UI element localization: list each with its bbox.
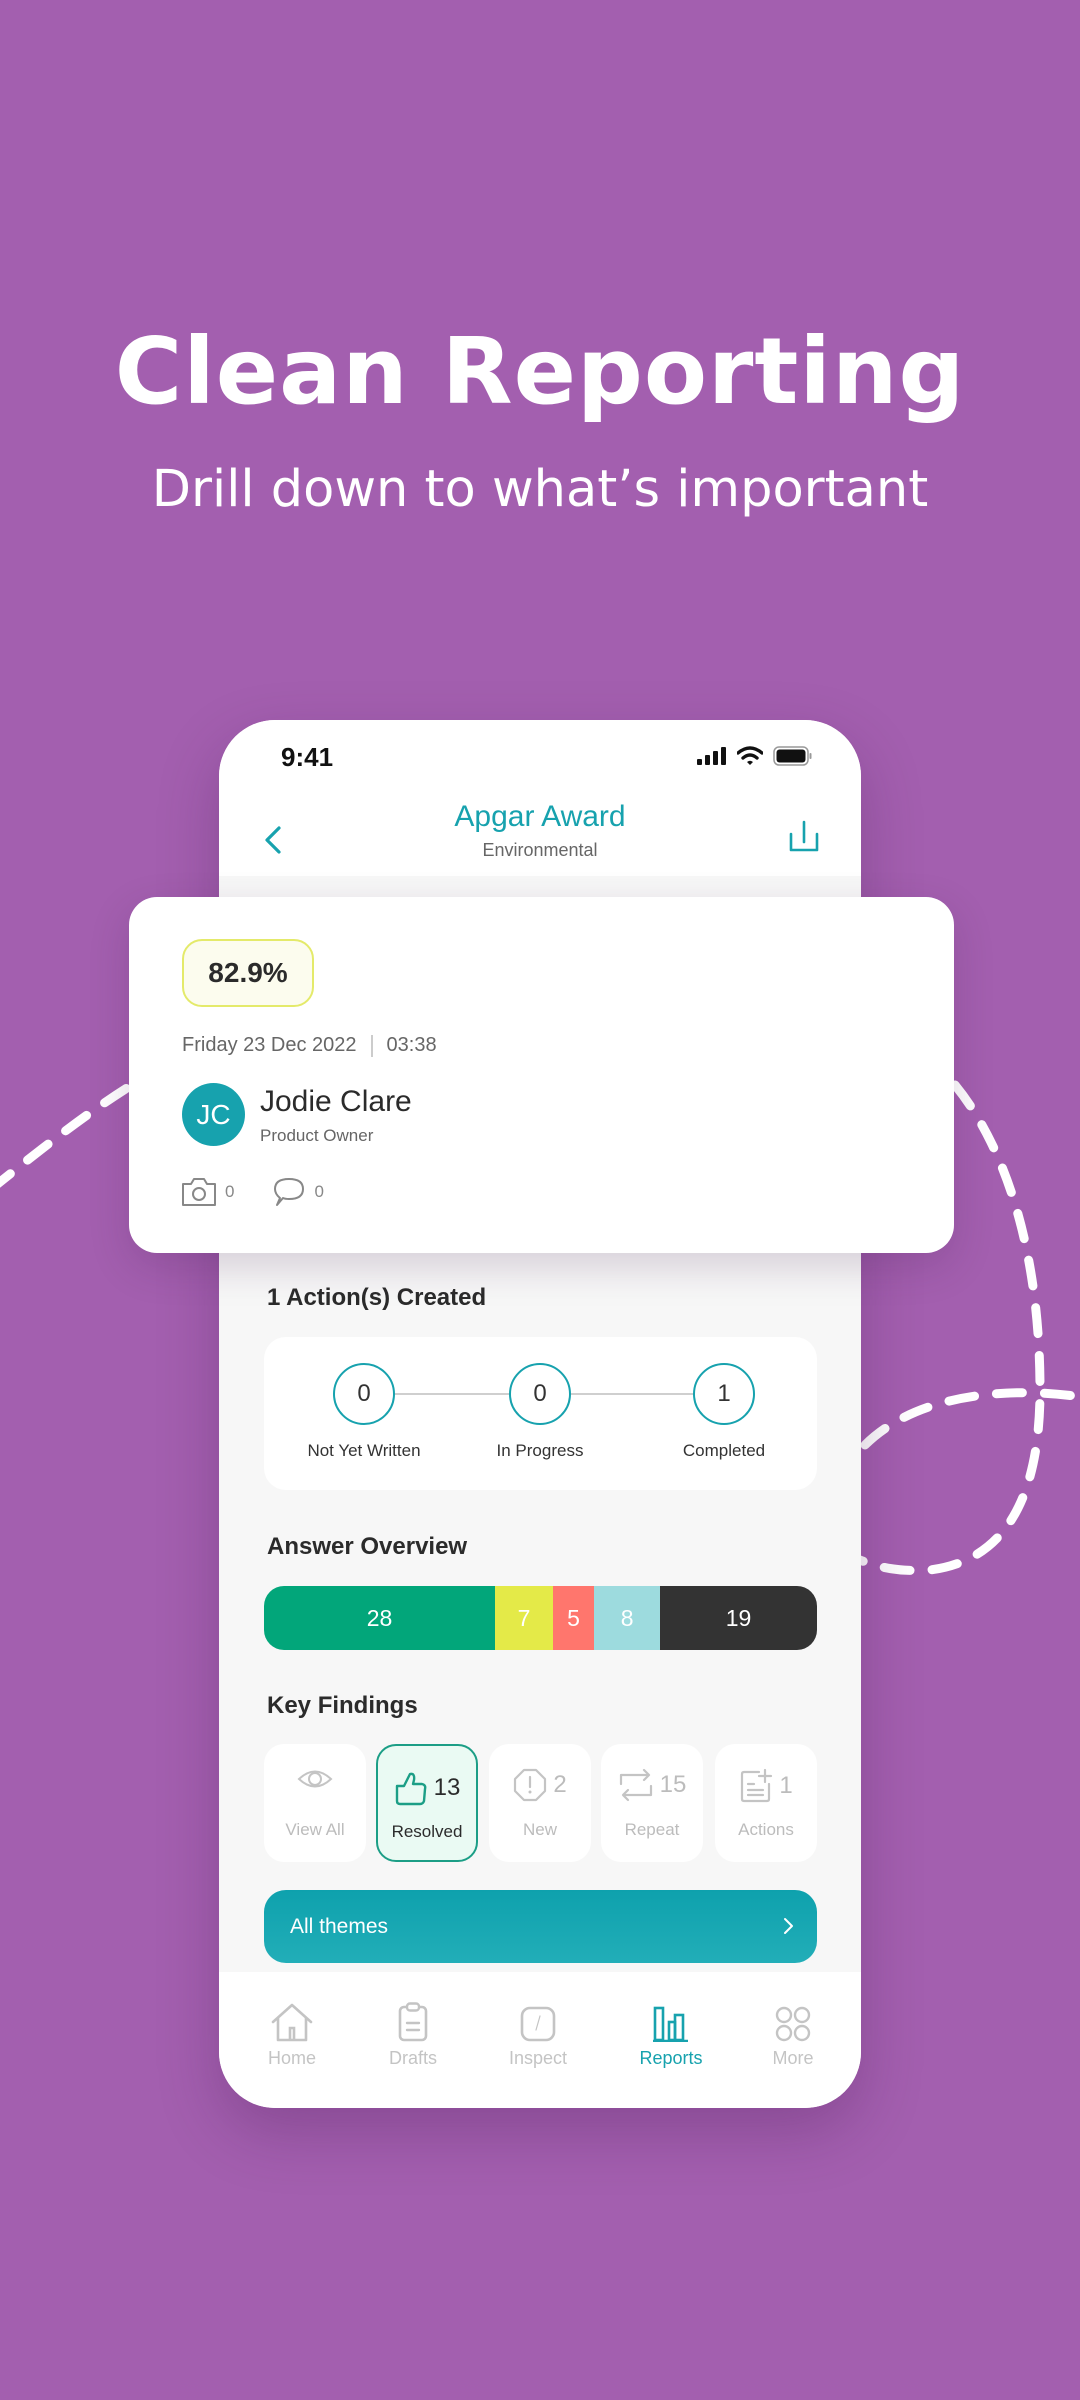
- tab-reports[interactable]: Reports: [616, 1998, 726, 2069]
- finding-label: View All: [285, 1820, 345, 1839]
- wifi-icon: [737, 746, 763, 765]
- repeat-icon: [619, 1768, 652, 1802]
- step-label: Completed: [682, 1441, 766, 1460]
- photos-count: 0: [225, 1182, 235, 1201]
- finding-new[interactable]: 2 New: [489, 1744, 591, 1862]
- alert-octagon-icon: [514, 1768, 547, 1802]
- divider: [370, 1034, 373, 1057]
- battery-icon: [773, 746, 812, 766]
- finding-label: Resolved: [391, 1822, 463, 1841]
- cellular-signal-icon: [697, 747, 726, 765]
- tab-label: Drafts: [388, 2048, 437, 2068]
- thumbs-up-icon: [395, 1772, 427, 1806]
- tab-bar: Home Drafts Inspect Reports More: [219, 1972, 861, 2108]
- tab-inspect[interactable]: Inspect: [483, 1998, 593, 2069]
- finding-label: Actions: [738, 1820, 794, 1839]
- media-counts: 0 0: [181, 1177, 324, 1207]
- comments-count: 0: [314, 1182, 324, 1201]
- answer-segment[interactable]: 28: [264, 1586, 496, 1650]
- avatar: JC: [182, 1083, 245, 1146]
- nav-bar: Apgar Award Environmental: [219, 800, 861, 876]
- tab-more[interactable]: More: [738, 1998, 848, 2069]
- tab-home[interactable]: Home: [237, 1998, 347, 2069]
- step-count: 1: [693, 1363, 755, 1425]
- inspection-time: 03:38: [386, 1034, 437, 1056]
- finding-label: New: [522, 1820, 557, 1839]
- tab-label: Inspect: [508, 2048, 568, 2068]
- finding-repeat[interactable]: 15 Repeat: [601, 1744, 703, 1862]
- step-count: 0: [333, 1363, 395, 1425]
- inspection-date: Friday 23 Dec 2022: [182, 1034, 357, 1056]
- step-label: Not Yet Written: [307, 1441, 421, 1460]
- share-icon[interactable]: [787, 818, 821, 858]
- key-findings-title: Key Findings: [267, 1692, 418, 1719]
- inspection-datetime: Friday 23 Dec 2022 03:38: [182, 1034, 437, 1057]
- tab-label: More: [772, 2048, 814, 2068]
- answer-segment[interactable]: 8: [594, 1586, 661, 1650]
- step-count: 0: [509, 1363, 571, 1425]
- step-in-progress[interactable]: 0 In Progress: [460, 1363, 620, 1461]
- clipboard-icon: [398, 2002, 428, 2042]
- tab-label: Home: [267, 2048, 316, 2068]
- actions-title: 1 Action(s) Created: [267, 1284, 487, 1311]
- bar-chart-icon: [653, 2006, 688, 2042]
- eye-icon: [297, 1770, 333, 1788]
- finding-resolved[interactable]: 13 Resolved: [376, 1744, 478, 1862]
- finding-view-all[interactable]: View All: [264, 1744, 366, 1862]
- step-label: In Progress: [496, 1441, 584, 1460]
- step-not-yet-written[interactable]: 0 Not Yet Written: [284, 1363, 444, 1461]
- answer-segment[interactable]: 7: [495, 1586, 553, 1650]
- answer-overview-bar: 28 7 5 8 19: [264, 1586, 817, 1650]
- user-name: Jodie Clare: [260, 1085, 412, 1118]
- answer-segment[interactable]: 5: [552, 1586, 595, 1650]
- score-badge: 82.9%: [182, 939, 314, 1007]
- actions-progress-card: 0 Not Yet Written 0 In Progress 1 Comple…: [264, 1337, 817, 1490]
- all-themes-label: All themes: [290, 1914, 389, 1938]
- finding-count: 13: [433, 1774, 461, 1801]
- all-themes-button[interactable]: All themes: [264, 1890, 817, 1963]
- status-time: 9:41: [281, 742, 334, 772]
- chevron-right-icon: [784, 1918, 793, 1934]
- camera-icon[interactable]: [181, 1177, 217, 1207]
- user-role: Product Owner: [260, 1126, 374, 1145]
- key-findings-list: View All 13 Resolved 2 New 15 Repeat 1 A…: [264, 1744, 817, 1862]
- tab-label: Reports: [639, 2048, 703, 2068]
- add-note-icon: [741, 1768, 773, 1803]
- step-connector: [384, 1393, 509, 1395]
- comment-icon[interactable]: [272, 1177, 306, 1207]
- answer-segment[interactable]: 19: [660, 1586, 817, 1650]
- page-title: Apgar Award: [454, 800, 626, 833]
- finding-count: 15: [659, 1771, 687, 1798]
- status-bar: 9:41: [219, 720, 861, 800]
- answer-overview-title: Answer Overview: [267, 1533, 468, 1560]
- inspection-summary-card[interactable]: 82.9% Friday 23 Dec 2022 03:38 JC Jodie …: [129, 897, 954, 1253]
- finding-count: 1: [779, 1772, 793, 1799]
- tab-drafts[interactable]: Drafts: [358, 1998, 468, 2069]
- home-icon: [271, 2003, 313, 2042]
- finding-label: Repeat: [624, 1820, 680, 1839]
- step-connector: [569, 1393, 694, 1395]
- inspect-icon: [520, 2006, 556, 2042]
- grid-icon: [775, 2006, 811, 2042]
- page-subtitle: Environmental: [482, 840, 598, 860]
- finding-actions[interactable]: 1 Actions: [715, 1744, 817, 1862]
- step-completed[interactable]: 1 Completed: [644, 1363, 804, 1461]
- finding-count: 2: [553, 1771, 567, 1798]
